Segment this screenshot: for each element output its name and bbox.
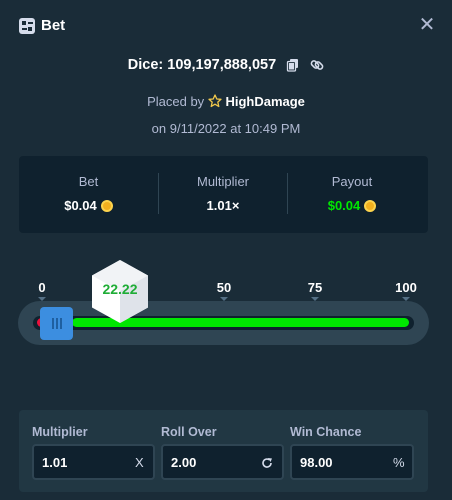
multiplier-input[interactable]: 1.01 X: [32, 444, 155, 480]
slider-scale: 0 25 50 75 100: [0, 280, 452, 296]
stat-payout: Payout $0.04: [288, 156, 416, 233]
refresh-icon[interactable]: [261, 457, 273, 469]
close-icon[interactable]: ✕: [417, 15, 437, 35]
stat-bet-value: $0.04: [19, 198, 158, 213]
stat-multiplier-value: 1.01×: [206, 198, 240, 213]
placed-by-row: Placed by HighDamage: [0, 94, 452, 109]
stat-bet-label: Bet: [78, 174, 99, 189]
roll-result-value: 22.22: [102, 281, 138, 297]
multiplier-suffix: X: [135, 455, 144, 470]
placed-by-label: Placed by: [147, 94, 205, 109]
stat-payout-value: $0.04: [288, 198, 416, 213]
coin-icon: [364, 200, 377, 212]
coin-icon: [100, 200, 113, 212]
tick-label: 0: [38, 280, 46, 295]
stat-bet: Bet $0.04: [19, 156, 158, 233]
multiplier-label: Multiplier: [32, 425, 88, 439]
bet-stats-panel: Bet $0.04 Multiplier 1.01× Payout $0.04: [19, 156, 428, 233]
bet-icon: [19, 18, 35, 34]
win-chance-suffix: %: [393, 455, 405, 470]
tick-label: 50: [216, 280, 232, 295]
link-icon[interactable]: [310, 58, 324, 72]
modal-header: Bet ✕: [0, 0, 452, 52]
bet-parameters-panel: Multiplier 1.01 X Roll Over 2.00 Win Cha…: [19, 410, 428, 492]
win-chance-label: Win Chance: [290, 425, 362, 439]
dice-id: Dice: 109,197,888,057: [127, 57, 277, 74]
modal-title: Bet: [41, 17, 66, 34]
stat-multiplier-label: Multiplier: [196, 174, 249, 189]
copy-icon[interactable]: [286, 58, 300, 72]
roll-over-value: 2.00: [171, 455, 197, 470]
tick-label: 75: [307, 280, 323, 295]
roll-over-label: Roll Over: [161, 425, 217, 439]
dice-id-row: Dice: 109,197,888,057: [0, 57, 452, 79]
stat-payout-label: Payout: [331, 174, 373, 189]
multiplier-value: 1.01: [42, 455, 68, 470]
star-icon: [208, 94, 222, 108]
win-chance-input[interactable]: 98.00 %: [290, 444, 414, 480]
roll-over-input[interactable]: 2.00: [161, 444, 284, 480]
slider-handle[interactable]: [40, 307, 73, 340]
username-link[interactable]: HighDamage: [225, 94, 304, 109]
tick-label: 100: [395, 280, 417, 295]
win-chance-value: 98.00: [300, 455, 333, 470]
stat-multiplier: Multiplier 1.01×: [159, 156, 287, 233]
bet-date: on 9/11/2022 at 10:49 PM: [151, 121, 301, 136]
